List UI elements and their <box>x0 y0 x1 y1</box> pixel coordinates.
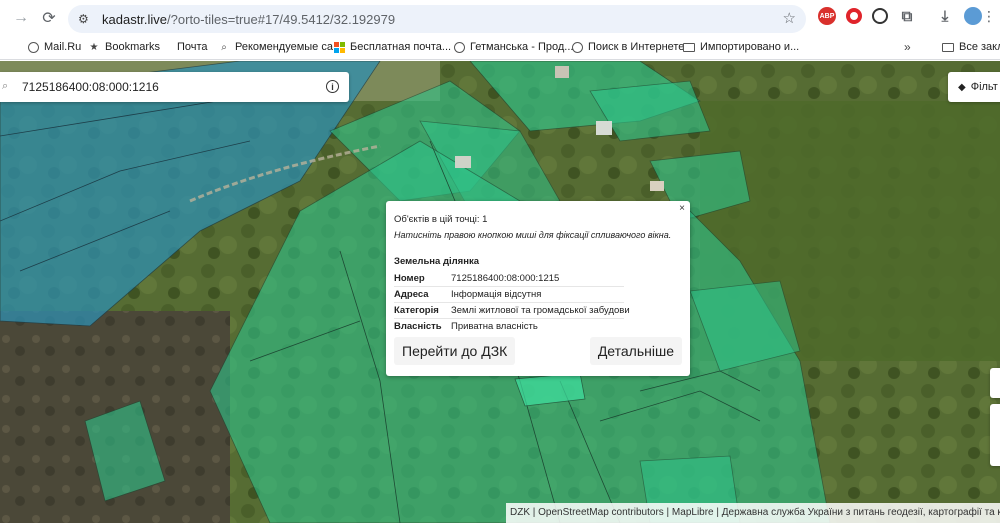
bookmark-label: Почта <box>177 41 208 53</box>
bookmark-item[interactable]: Mail.Ru <box>28 41 81 53</box>
bookmark-label: Рекомендуемые са... <box>235 41 343 53</box>
bookmark-label: Bookmarks <box>105 41 161 53</box>
opera-icon[interactable] <box>846 8 862 24</box>
more-bookmarks-icon[interactable]: » <box>904 40 911 54</box>
info-row-ownership: Власність Приватна власність <box>394 319 624 335</box>
folder-icon <box>942 42 954 52</box>
forward-icon[interactable]: → <box>8 5 34 31</box>
search-icon: ⌕ <box>2 80 9 92</box>
search-icon: ⌕ <box>221 41 227 53</box>
search-input[interactable]: 7125186400:08:000:1216 <box>22 80 159 94</box>
info-row-number: Номер 7125186400:08:000:1215 <box>394 271 624 287</box>
bookmark-item[interactable]: ★ Bookmarks <box>88 41 161 53</box>
site-info-icon[interactable]: ⚙ <box>78 12 98 26</box>
bookmark-item[interactable]: Все заклад <box>942 41 1000 53</box>
row-key: Адреса <box>394 289 429 300</box>
url-host: kadastr.live <box>102 11 168 27</box>
adblock-icon[interactable]: ABP <box>818 7 836 25</box>
bookmark-label: Импортировано и... <box>700 41 800 53</box>
row-value: Інформація відсутня <box>451 289 542 300</box>
bookmark-item[interactable]: ⌕ Рекомендуемые са... <box>218 41 342 53</box>
bookmarks-bar: Mail.Ru ★ Bookmarks Почта ⌕ Рекомендуемые … <box>0 36 1000 60</box>
reload-icon[interactable]: ⟳ <box>36 5 62 31</box>
globe-icon <box>454 41 465 53</box>
row-value: 7125186400:08:000:1215 <box>451 273 560 284</box>
download-icon[interactable]: ⤓ <box>936 7 954 25</box>
browser-menu-icon[interactable]: ⋮ <box>982 8 996 25</box>
microsoft-icon <box>334 41 345 53</box>
folder-icon <box>683 42 695 52</box>
bookmark-label: Бесплатная почта... <box>350 41 452 53</box>
mail-icon <box>160 41 172 53</box>
building <box>455 156 471 168</box>
bookmark-label: Поиск в Интернете <box>588 41 685 53</box>
close-icon[interactable]: × <box>679 203 685 214</box>
globe-icon <box>28 41 39 53</box>
bookmark-label: Гетманська - Прод... <box>470 41 574 53</box>
info-row-address: Адреса Інформація відсутня <box>394 287 624 303</box>
filter-button[interactable]: ◆ Фільт <box>948 72 1000 102</box>
browser-toolbar: → ⟳ ⚙ kadastr.live/?orto-tiles=true#17/4… <box>0 0 1000 36</box>
bookmark-item[interactable]: Почта <box>160 41 208 53</box>
bookmark-item[interactable]: Импортировано и... <box>683 41 799 53</box>
layers-icon: ◆ <box>958 81 966 93</box>
bookmark-item[interactable]: Бесплатная почта... <box>334 41 451 53</box>
row-key: Номер <box>394 273 425 284</box>
parcel-info-popup: × Об'єктів в цій точці: 1 Натисніть прав… <box>386 201 690 376</box>
url-path: /?orto-tiles=true#17/49.5412/32.192979 <box>167 11 396 27</box>
map-attribution[interactable]: DZK | OpenStreetMap contributors | MapLi… <box>506 503 1000 523</box>
bookmark-label: Все заклад <box>959 41 1000 53</box>
map-control-button[interactable] <box>990 368 1000 398</box>
bookmark-item[interactable]: Поиск в Интернете <box>572 41 684 53</box>
cookie-icon[interactable] <box>872 8 888 24</box>
bookmark-star-icon[interactable]: ☆ <box>783 9 796 27</box>
details-button[interactable]: Детальніше <box>589 337 682 365</box>
objects-count: Об'єктів в цій точці: 1 <box>394 214 488 225</box>
info-icon[interactable]: i <box>326 80 339 93</box>
address-bar[interactable]: ⚙ kadastr.live/?orto-tiles=true#17/49.54… <box>68 5 806 33</box>
row-key: Власність <box>394 321 442 332</box>
profile-avatar[interactable] <box>964 7 982 25</box>
info-row-category: Категорія Землі житлової та громадської … <box>394 303 630 319</box>
extensions-area: ABP ⧉ ⤓ <box>818 7 982 25</box>
cadastral-search-box[interactable]: ⌕ 7125186400:08:000:1216 i <box>0 72 349 102</box>
row-value: Приватна власність <box>451 321 538 332</box>
building <box>596 121 612 135</box>
zoom-control[interactable] <box>990 404 1000 466</box>
section-title: Земельна ділянка <box>394 256 479 267</box>
globe-icon <box>572 41 583 53</box>
url-text[interactable]: kadastr.live/?orto-tiles=true#17/49.5412… <box>102 12 395 27</box>
extensions-puzzle-icon[interactable]: ⧉ <box>898 7 916 25</box>
bookmark-label: Mail.Ru <box>44 41 82 53</box>
row-key: Категорія <box>394 305 439 316</box>
bookmark-item[interactable]: Гетманська - Прод... <box>454 41 573 53</box>
building <box>555 66 569 78</box>
popup-hint: Натисніть правою кнопкою миші для фіксац… <box>394 230 672 240</box>
star-icon: ★ <box>89 41 99 53</box>
row-value: Землі житлової та громадської забудови <box>451 305 630 316</box>
building <box>650 181 664 191</box>
filter-label: Фільт <box>970 81 998 93</box>
go-to-dzk-button[interactable]: Перейти до ДЗК <box>394 337 516 365</box>
